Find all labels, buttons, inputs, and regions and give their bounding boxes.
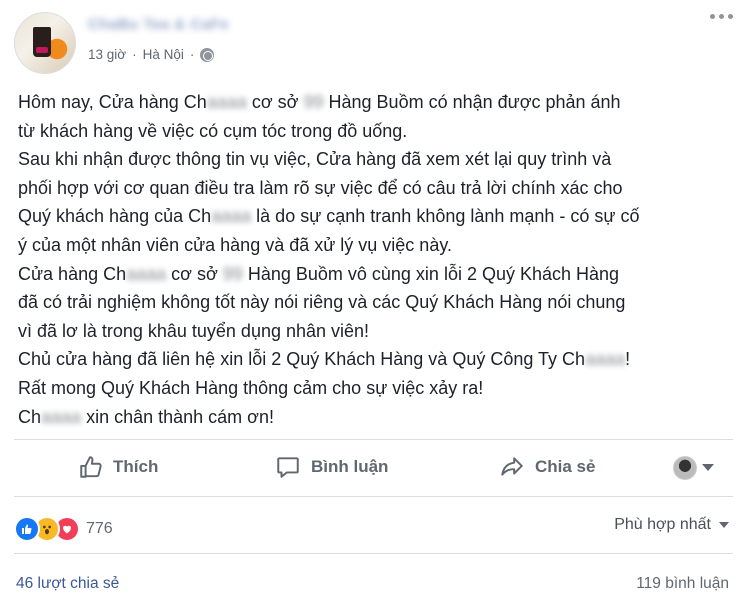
post-text-line: Rất mong Quý Khách Hàng thông cảm cho sự… bbox=[18, 374, 730, 403]
comment-count-link[interactable]: 119 bình luận bbox=[636, 575, 729, 593]
post-text-segment: Quý khách hàng của Ch bbox=[18, 206, 212, 227]
post-body: Hôm nay, Cửa hàng Chaaaa cơ sở 99 Hàng B… bbox=[18, 88, 730, 431]
post-text-segment: Sau khi nhận được thông tin vụ việc, Cửa… bbox=[18, 149, 612, 170]
redacted-text: aaaa bbox=[211, 206, 252, 227]
post-text-line: Sau khi nhận được thông tin vụ việc, Cửa… bbox=[18, 145, 730, 174]
chevron-down-icon bbox=[719, 522, 729, 528]
thumbs-up-icon bbox=[80, 456, 102, 478]
redacted-text: 99 bbox=[222, 263, 243, 284]
post-text-segment: cơ sở bbox=[166, 263, 223, 284]
share-button[interactable]: Chia sẻ bbox=[498, 440, 595, 494]
reaction-summary[interactable]: 776 bbox=[14, 514, 113, 544]
post-header: ChaBu Tea & CaFe 13 giờ · Hà Nội · bbox=[0, 0, 747, 74]
page-avatar[interactable] bbox=[14, 12, 76, 74]
post-text-segment: Hàng Buồm có nhận được phản ánh bbox=[323, 92, 621, 112]
post-text-line: từ khách hàng về việc có cụm tóc trong đ… bbox=[18, 117, 730, 146]
redacted-text: 99 bbox=[303, 92, 324, 112]
action-bar: Thích Bình luận Chia sẻ bbox=[0, 440, 747, 494]
redacted-text: aaaa bbox=[41, 406, 82, 427]
post-text-segment: phối hợp với cơ quan điều tra làm rõ sự … bbox=[18, 177, 623, 198]
meta-separator: · bbox=[132, 47, 137, 62]
like-button[interactable]: Thích bbox=[78, 440, 158, 494]
post-meta: 13 giờ · Hà Nội · bbox=[88, 47, 215, 62]
post-text-segment: từ khách hàng về việc có cụm tóc trong đ… bbox=[18, 120, 408, 141]
post-text-segment: xin chân thành cám ơn! bbox=[81, 406, 274, 427]
redacted-text: aaaa bbox=[126, 263, 167, 284]
post-text-segment: ! bbox=[625, 349, 631, 370]
post-location[interactable]: Hà Nội bbox=[143, 47, 184, 62]
like-label: Thích bbox=[113, 457, 159, 476]
comment-button[interactable]: Bình luận bbox=[274, 440, 388, 494]
share-label: Chia sẻ bbox=[535, 457, 596, 476]
share-count-link[interactable]: 46 lượt chia sẻ bbox=[16, 575, 119, 593]
divider bbox=[14, 553, 733, 554]
post-footer: 46 lượt chia sẻ 119 bình luận bbox=[0, 566, 747, 602]
post-text-segment: ý của một nhân viên cửa hàng và đã xử lý… bbox=[18, 234, 452, 255]
post-text-segment: Ch bbox=[18, 406, 42, 427]
post-text-segment: Cửa hàng Ch bbox=[18, 263, 127, 284]
like-reaction-icon bbox=[14, 516, 40, 542]
post-text-segment: đã có trải nghiệm không tốt này nói riên… bbox=[18, 292, 626, 313]
viewer-avatar[interactable] bbox=[673, 456, 697, 480]
post-text-line: Quý khách hàng của Chaaaa là do sự cạnh … bbox=[18, 202, 730, 231]
post-text-line: Chủ cửa hàng đã liên hệ xin lỗi 2 Quý Kh… bbox=[18, 345, 730, 374]
post-text-line: Hôm nay, Cửa hàng Chaaaa cơ sở 99 Hàng B… bbox=[18, 88, 730, 117]
post-text-line: vì đã lơ là trong khâu tuyển dụng nhân v… bbox=[18, 317, 730, 346]
redacted-text: aaaa bbox=[585, 349, 626, 370]
post-text-line: ý của một nhân viên cửa hàng và đã xử lý… bbox=[18, 231, 730, 260]
sort-label: Phù hợp nhất bbox=[614, 516, 711, 533]
comment-sort-dropdown[interactable]: Phù hợp nhất bbox=[614, 516, 729, 534]
globe-icon[interactable] bbox=[200, 47, 215, 62]
share-icon bbox=[501, 457, 523, 476]
divider bbox=[14, 496, 733, 497]
post-text-segment: Rất mong Quý Khách Hàng thông cảm cho sự… bbox=[18, 377, 484, 398]
redacted-text: aaaa bbox=[206, 92, 247, 112]
post-time[interactable]: 13 giờ bbox=[88, 47, 126, 62]
comment-label: Bình luận bbox=[311, 457, 389, 476]
post-text-segment: Hôm nay, Cửa hàng Ch bbox=[18, 92, 207, 112]
post-text-segment: Hàng Buồm vô cùng xin lỗi 2 Quý Khách Hà… bbox=[242, 263, 620, 284]
more-options-icon[interactable] bbox=[710, 14, 733, 19]
post-text-segment: cơ sở bbox=[246, 92, 304, 112]
post-text-segment: Chủ cửa hàng đã liên hệ xin lỗi 2 Quý Kh… bbox=[18, 349, 586, 370]
post-text-line: phối hợp với cơ quan điều tra làm rõ sự … bbox=[18, 174, 730, 203]
post-text-line: đã có trải nghiệm không tốt này nói riên… bbox=[18, 288, 730, 317]
page-name[interactable]: ChaBu Tea & CaFe bbox=[88, 16, 229, 33]
reaction-count[interactable]: 776 bbox=[86, 520, 113, 538]
meta-separator: · bbox=[189, 47, 195, 62]
post-text-segment: là do sự cạnh tranh không lành mạnh - có… bbox=[251, 206, 640, 227]
chevron-down-icon[interactable] bbox=[702, 464, 714, 471]
comment-icon bbox=[277, 457, 299, 478]
post-text-segment: vì đã lơ là trong khâu tuyển dụng nhân v… bbox=[18, 320, 370, 341]
post-text-line: Cửa hàng Chaaaa cơ sở 99 Hàng Buồm vô cù… bbox=[18, 260, 730, 289]
post-text-line: Chaaaa xin chân thành cám ơn! bbox=[18, 403, 730, 432]
